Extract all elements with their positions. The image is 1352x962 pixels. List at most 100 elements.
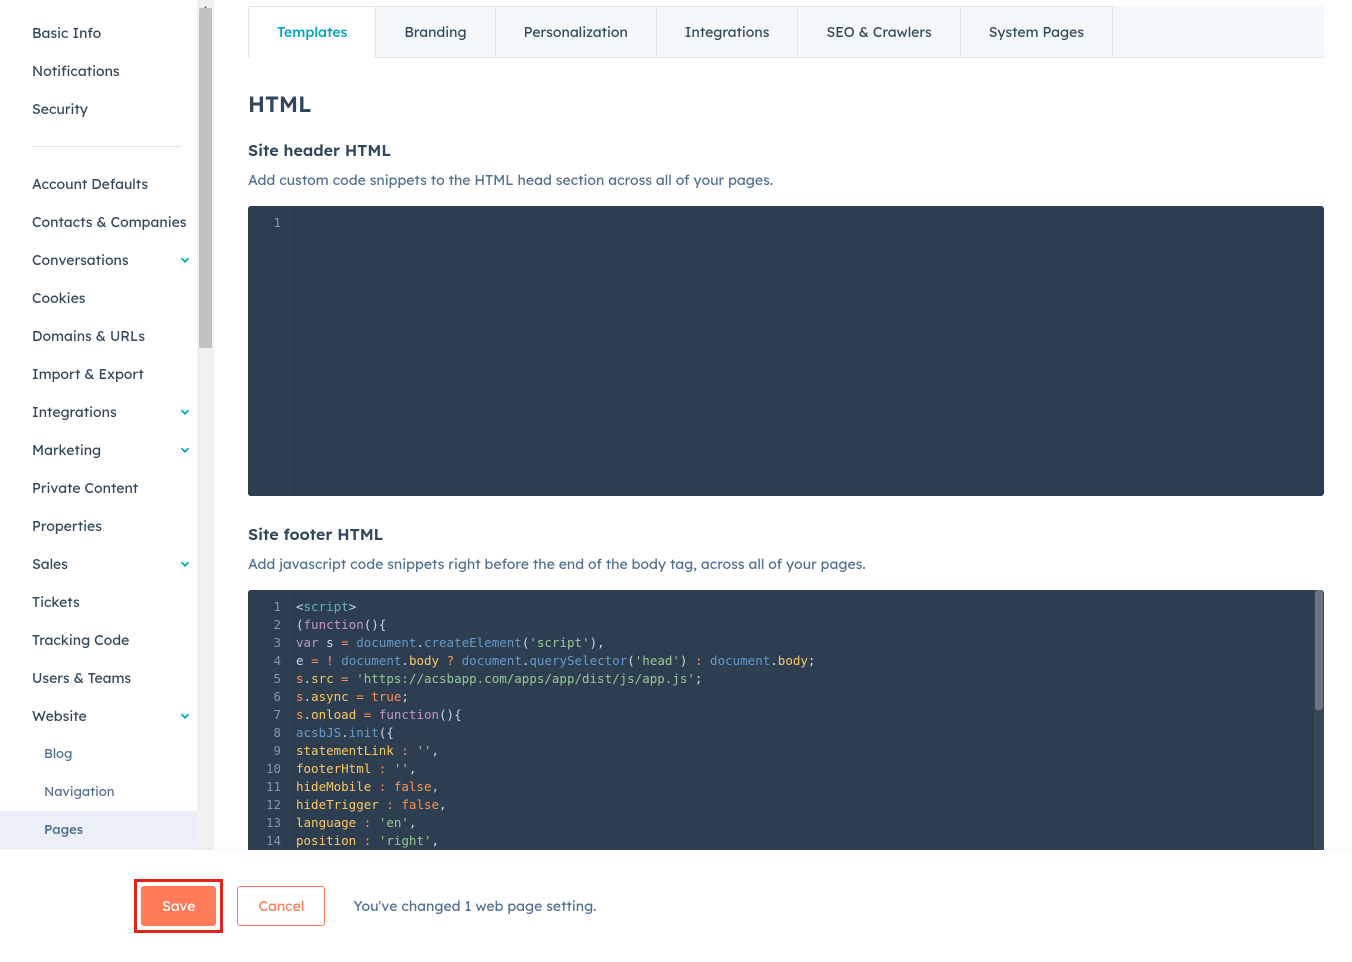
sidebar-nav: Basic InfoNotificationsSecurity Account D… [0,0,214,869]
sidebar-item-properties[interactable]: Properties [0,507,214,545]
line-number: 12 [248,796,281,814]
line-number: 7 [248,706,281,724]
code-line: language : 'en', [296,814,1316,832]
sidebar-item-cookies[interactable]: Cookies [0,279,214,317]
site-header-editor[interactable]: 1 [248,206,1324,496]
line-number: 5 [248,670,281,688]
sidebar-item-private-content[interactable]: Private Content [0,469,214,507]
sidebar-item-users-teams[interactable]: Users & Teams [0,659,214,697]
sidebar-sub-pages[interactable]: Pages [0,811,214,849]
code-line: hideTrigger : false, [296,796,1316,814]
sidebar-item-label: Properties [32,517,102,535]
sidebar-item-conversations[interactable]: Conversations [0,241,214,279]
sidebar-item-contacts-companies[interactable]: Contacts & Companies [0,203,214,241]
sidebar-item-website[interactable]: Website [0,697,214,735]
sidebar-sub-blog[interactable]: Blog [0,735,214,773]
sidebar-item-security[interactable]: Security [0,90,214,128]
sidebar-item-basic-info[interactable]: Basic Info [0,14,214,52]
site-footer-desc: Add javascript code snippets right befor… [248,554,1324,574]
editor-scroll-thumb[interactable] [1315,590,1323,710]
line-number: 6 [248,688,281,706]
line-number: 3 [248,634,281,652]
code-line: hideMobile : false, [296,778,1316,796]
sidebar-item-label: Account Defaults [32,175,148,193]
sidebar-item-label: Cookies [32,289,85,307]
sidebar-item-label: Conversations [32,251,129,269]
code-line: acsbJS.init({ [296,724,1316,742]
code-line: statementLink : '', [296,742,1316,760]
site-header-title: Site header HTML [248,140,1324,160]
line-number: 14 [248,832,281,850]
code-line: s.onload = function(){ [296,706,1316,724]
site-footer-editor[interactable]: 123456789101112131415 <script>(function(… [248,590,1324,854]
sidebar-item-notifications[interactable]: Notifications [0,52,214,90]
line-number: 13 [248,814,281,832]
sidebar-item-label: Users & Teams [32,669,131,687]
code-line: position : 'right', [296,832,1316,850]
chevron-down-icon [178,557,192,571]
code-line: s.async = true; [296,688,1316,706]
tab-personalization[interactable]: Personalization [495,6,657,57]
sidebar-item-label: Website [32,707,87,725]
chevron-down-icon [178,443,192,457]
code-line: (function(){ [296,616,1316,634]
sidebar-item-label: Domains & URLs [32,327,145,345]
section-title: HTML [248,90,1324,118]
line-number: 9 [248,742,281,760]
save-status-text: You've changed 1 web page setting. [353,897,596,915]
main-content: TemplatesBrandingPersonalizationIntegrat… [214,0,1352,962]
sidebar-item-tickets[interactable]: Tickets [0,583,214,621]
sidebar-item-label: Tickets [32,593,80,611]
line-number: 10 [248,760,281,778]
settings-tabs: TemplatesBrandingPersonalizationIntegrat… [248,6,1324,58]
sidebar-item-account-defaults[interactable]: Account Defaults [0,165,214,203]
sidebar-item-marketing[interactable]: Marketing [0,431,214,469]
editor-body[interactable] [290,206,1324,496]
sidebar-item-domains-urls[interactable]: Domains & URLs [0,317,214,355]
site-footer-title: Site footer HTML [248,524,1324,544]
tab-system-pages[interactable]: System Pages [960,6,1113,57]
editor-gutter: 123456789101112131415 [248,590,290,854]
code-line: <script> [296,598,1316,616]
save-button[interactable]: Save [141,886,216,926]
sidebar-item-tracking-code[interactable]: Tracking Code [0,621,214,659]
chevron-down-icon [178,709,192,723]
line-number: 1 [248,214,281,232]
sidebar-item-integrations[interactable]: Integrations [0,393,214,431]
settings-sidebar: Basic InfoNotificationsSecurity Account D… [0,0,214,850]
sidebar-scrollbar[interactable]: ▲ [197,0,214,850]
sidebar-item-label: Tracking Code [32,631,129,649]
sidebar-item-label: Contacts & Companies [32,213,187,231]
chevron-down-icon [178,405,192,419]
code-line: var s = document.createElement('script')… [296,634,1316,652]
code-line: s.src = 'https://acsbapp.com/apps/app/di… [296,670,1316,688]
save-bar: Save Cancel You've changed 1 web page se… [0,850,1352,962]
sidebar-item-sales[interactable]: Sales [0,545,214,583]
save-highlight: Save [134,879,223,933]
line-number: 11 [248,778,281,796]
code-line: e = ! document.body ? document.querySele… [296,652,1316,670]
sidebar-item-label: Private Content [32,479,138,497]
sidebar-item-label: Integrations [32,403,117,421]
line-number: 1 [248,598,281,616]
cancel-button[interactable]: Cancel [237,886,325,926]
sidebar-sub-navigation[interactable]: Navigation [0,773,214,811]
tab-integrations[interactable]: Integrations [656,6,799,57]
chevron-down-icon [178,253,192,267]
editor-body[interactable]: <script>(function(){var s = document.cre… [290,590,1324,854]
sidebar-item-label: Import & Export [32,365,144,383]
sidebar-item-label: Sales [32,555,68,573]
tab-templates[interactable]: Templates [248,6,376,57]
line-number: 4 [248,652,281,670]
line-number: 8 [248,724,281,742]
editor-gutter: 1 [248,206,290,496]
site-header-desc: Add custom code snippets to the HTML hea… [248,170,1324,190]
sidebar-item-import-export[interactable]: Import & Export [0,355,214,393]
sidebar-item-label: Marketing [32,441,101,459]
sidebar-scroll-thumb[interactable] [199,8,212,348]
editor-scrollbar[interactable] [1314,590,1324,854]
line-number: 2 [248,616,281,634]
tab-seo-crawlers[interactable]: SEO & Crawlers [797,6,960,57]
code-line: footerHtml : '', [296,760,1316,778]
tab-branding[interactable]: Branding [375,6,495,57]
